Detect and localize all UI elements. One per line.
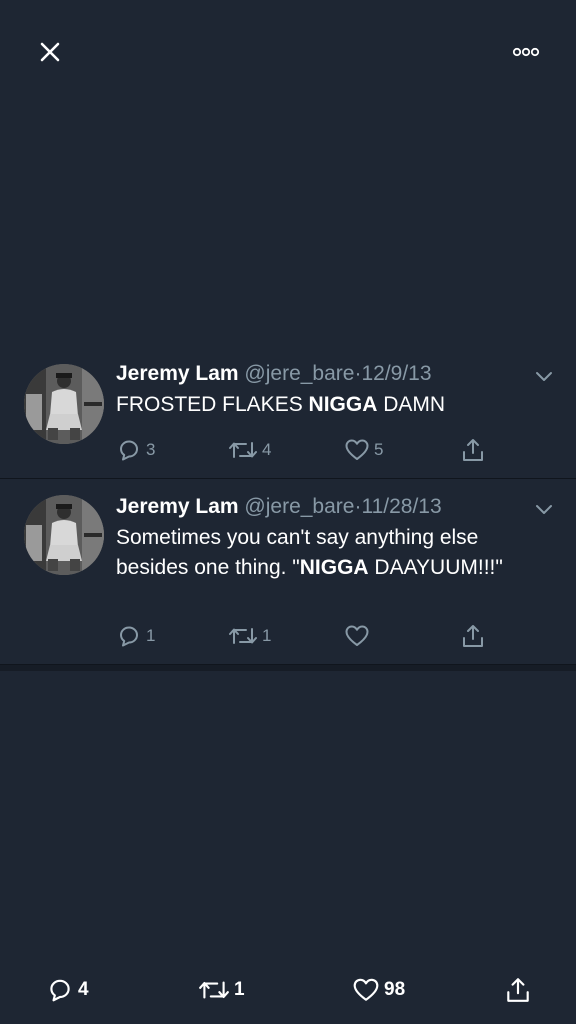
avatar[interactable] [24, 495, 104, 575]
like-count: 98 [384, 979, 406, 1000]
retweet-button[interactable]: 1 [228, 622, 271, 650]
share-icon [463, 439, 483, 461]
tweet-text-part: DAAYUUM!!!" [368, 556, 503, 579]
tweet-text: FROSTED FLAKES NIGGA DAMN [116, 390, 546, 420]
retweet-icon [229, 628, 257, 644]
heart-icon [345, 625, 369, 646]
user-handle[interactable]: @jere_bare [244, 495, 354, 518]
tweet-text-part: FROSTED FLAKES [116, 393, 309, 416]
close-icon[interactable] [36, 38, 64, 66]
tweet-date[interactable]: 12/9/13 [361, 362, 431, 385]
retweet-count: 1 [262, 626, 272, 645]
tweet-text-bold: NIGGA [299, 556, 369, 579]
share-button[interactable] [504, 976, 532, 1004]
reply-button[interactable]: 4 [46, 976, 89, 1004]
tweet-text: Sometimes you can't say anything else be… [116, 523, 546, 583]
display-name[interactable]: Jeremy Lam [116, 362, 239, 385]
tweet-header: Jeremy Lam @jere_bare·11/28/13 [116, 493, 552, 521]
reply-count: 3 [146, 440, 156, 459]
retweet-count: 4 [262, 440, 272, 459]
reply-button[interactable]: 1 [116, 622, 155, 650]
avatar[interactable] [24, 364, 104, 444]
reply-count: 4 [78, 979, 89, 1000]
share-button[interactable] [460, 622, 486, 650]
tweet-actions: 1 1 [116, 622, 552, 650]
reply-icon [50, 979, 70, 1002]
tweet-date[interactable]: 11/28/13 [361, 495, 441, 518]
top-bar [0, 0, 576, 110]
tweet-text-bold: NIGGA [308, 393, 378, 416]
like-button[interactable]: 5 [344, 436, 383, 464]
reply-icon [120, 440, 138, 461]
share-icon [507, 978, 529, 1002]
retweet-icon [199, 981, 229, 999]
reply-button[interactable]: 3 [116, 436, 155, 464]
user-handle[interactable]: @jere_bare [244, 362, 354, 385]
like-count: 5 [374, 440, 384, 459]
chevron-down-icon[interactable] [534, 366, 554, 386]
retweet-count: 1 [234, 979, 245, 1000]
display-name[interactable]: Jeremy Lam [116, 495, 239, 518]
share-icon [463, 625, 483, 647]
heart-icon [353, 978, 379, 1001]
reply-count: 1 [146, 626, 156, 645]
retweet-button[interactable]: 4 [228, 436, 271, 464]
like-button[interactable]: 98 [352, 976, 405, 1004]
tweet-list-end-divider [0, 664, 576, 671]
chevron-down-icon[interactable] [534, 499, 554, 519]
tweet[interactable]: Jeremy Lam @jere_bare·11/28/13 Sometimes… [0, 478, 576, 664]
heart-icon [345, 439, 369, 460]
screen: Jeremy Lam @jere_bare·12/9/13 FROSTED FL… [0, 0, 576, 1024]
more-options-icon[interactable] [510, 40, 542, 64]
tweet-text-part: DAMN [377, 393, 446, 416]
retweet-button[interactable]: 1 [198, 976, 245, 1004]
like-button[interactable] [344, 622, 374, 650]
tweet-list: Jeremy Lam @jere_bare·12/9/13 FROSTED FL… [0, 346, 576, 671]
tweet-actions: 3 4 5 [116, 436, 552, 464]
tweet-header: Jeremy Lam @jere_bare·12/9/13 [116, 360, 552, 388]
tweet[interactable]: Jeremy Lam @jere_bare·12/9/13 FROSTED FL… [0, 346, 576, 478]
share-button[interactable] [460, 436, 486, 464]
bottom-action-bar: 4 1 98 [0, 960, 576, 1024]
retweet-icon [229, 442, 257, 458]
reply-icon [120, 626, 138, 647]
